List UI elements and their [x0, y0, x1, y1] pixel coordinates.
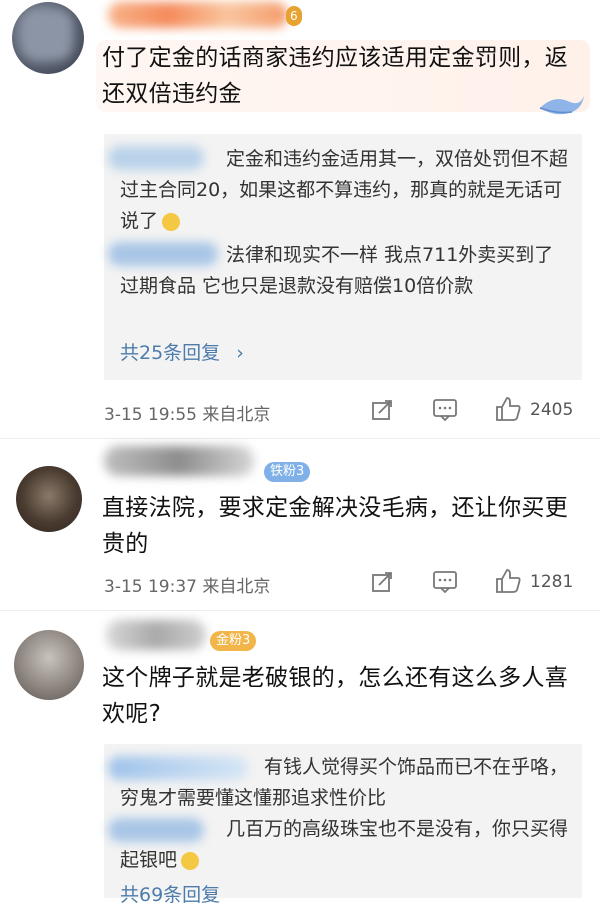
arrow-right-icon: › [236, 342, 244, 364]
username-blurred[interactable] [108, 2, 288, 28]
divider [0, 438, 600, 439]
comment-content: 这个牌子就是老破银的，怎么还有这么多人喜欢呢? [102, 665, 568, 727]
whale-sticker-icon [539, 96, 584, 115]
like-count: 2405 [530, 400, 574, 420]
share-icon[interactable] [370, 398, 394, 422]
reply-2: 法律和现实不一样 我点711外卖买到了过期食品 它也只是退款没有赔偿10倍价款 [120, 244, 554, 297]
fan-badge: 6 [286, 6, 302, 26]
username-blurred[interactable] [106, 620, 206, 650]
fan-badge: 铁粉3 [264, 462, 311, 482]
avatar[interactable] [16, 466, 82, 532]
reply-1: 有钱人觉得买个饰品而已不在乎咯，穷鬼才需要懂这懂那追求性价比 [120, 756, 569, 809]
fan-badge: 金粉3 [210, 631, 257, 651]
reply-box: 定金和违约金适用其一，双倍处罚但不超过主合同20，如果这都不算违约，那真的就是无… [104, 134, 582, 380]
comment-icon[interactable] [432, 570, 458, 594]
emoji-icon [181, 851, 200, 870]
comment-content: 直接法院，要求定金解决没毛病，还让你买更贵的 [102, 495, 568, 557]
comment-icon[interactable] [432, 398, 458, 422]
reply-box: 有钱人觉得买个饰品而已不在乎咯，穷鬼才需要懂这懂那追求性价比 几百万的高级珠宝也… [104, 744, 582, 906]
username-blurred[interactable] [104, 446, 254, 476]
like-icon[interactable] [494, 567, 522, 595]
comment-content: 付了定金的话商家违约应该适用定金罚则，返还双倍违约金 [96, 40, 590, 112]
more-replies-link[interactable]: 共69条回复 [120, 880, 220, 907]
avatar[interactable] [14, 630, 84, 700]
more-replies-link[interactable]: 共25条回复 › [120, 338, 244, 365]
reply-2: 几百万的高级珠宝也不是没有，你只买得起银吧 [120, 818, 569, 871]
avatar[interactable] [12, 2, 84, 74]
share-icon[interactable] [370, 570, 394, 594]
reply-1: 定金和违约金适用其一，双倍处罚但不超过主合同20，如果这都不算违约，那真的就是无… [120, 148, 569, 232]
like-icon[interactable] [494, 395, 522, 423]
emoji-icon [162, 212, 181, 231]
like-count: 1281 [530, 572, 574, 592]
comment-meta: 3-15 19:55 来自北京 [104, 405, 271, 425]
comment-meta: 3-15 19:37 来自北京 [104, 577, 271, 597]
divider [0, 610, 600, 611]
